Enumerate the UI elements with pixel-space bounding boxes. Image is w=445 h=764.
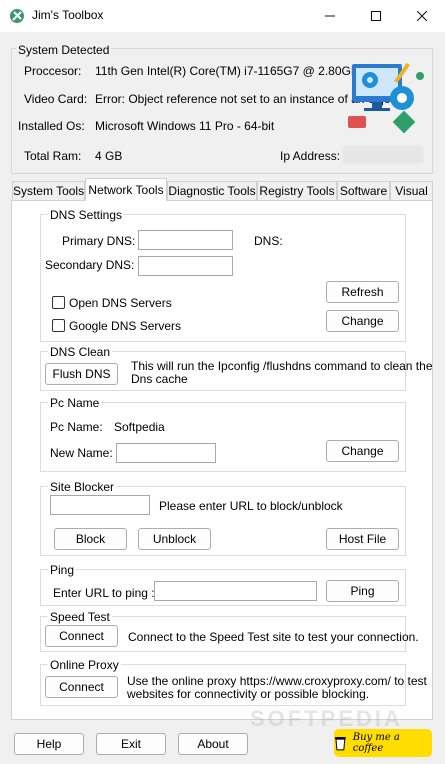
new-name-label: New Name: (50, 446, 113, 460)
site-blocker-url-input[interactable] (50, 495, 150, 515)
app-icon (10, 9, 24, 23)
primary-dns-input[interactable] (138, 230, 233, 250)
close-button[interactable] (399, 0, 445, 32)
primary-dns-label: Primary DNS: (62, 234, 136, 248)
computer-tools-illustration (348, 62, 424, 134)
buy-me-a-coffee-button[interactable]: Buy me a coffee (334, 729, 432, 757)
installed-os-value: Microsoft Windows 11 Pro - 64-bit (95, 119, 275, 133)
site-blocker-hint: Please enter URL to block/unblock (159, 499, 343, 513)
minimize-button[interactable] (307, 0, 353, 32)
tab-visual[interactable]: Visual (390, 181, 433, 200)
maximize-button[interactable] (353, 0, 399, 32)
pc-name-value: Softpedia (114, 420, 165, 434)
online-proxy-legend: Online Proxy (48, 658, 121, 672)
maximize-icon (371, 11, 381, 21)
buy-me-a-coffee-label: Buy me a coffee (352, 732, 400, 754)
ip-address-value-blurred (343, 146, 423, 163)
online-proxy-description-2: websites for connectivity or possible bl… (127, 687, 370, 701)
about-button[interactable]: About (178, 733, 248, 755)
ping-url-label: Enter URL to ping : (53, 586, 155, 600)
ping-url-input[interactable] (154, 581, 317, 601)
close-icon (417, 11, 427, 21)
speed-test-connect-button[interactable]: Connect (45, 625, 118, 647)
google-dns-checkbox[interactable] (52, 319, 65, 332)
speed-test-description: Connect to the Speed Test site to test y… (128, 630, 419, 644)
window-title: Jim's Toolbox (32, 8, 104, 22)
refresh-button[interactable]: Refresh (326, 281, 399, 303)
google-dns-label: Google DNS Servers (69, 319, 182, 333)
system-detected-legend: System Detected (16, 43, 112, 57)
block-button[interactable]: Block (54, 528, 127, 550)
flush-dns-button[interactable]: Flush DNS (45, 363, 118, 385)
pc-name-label: Pc Name: (50, 420, 103, 434)
change-dns-button[interactable]: Change (326, 310, 399, 332)
secondary-dns-input[interactable] (138, 256, 233, 276)
tab-system-tools[interactable]: System Tools (12, 181, 85, 200)
secondary-dns-label: Secondary DNS: (45, 258, 135, 272)
tab-registry-tools[interactable]: Registry Tools (257, 181, 337, 200)
coffee-cup-icon (334, 737, 346, 751)
speed-test-legend: Speed Test (48, 610, 112, 624)
open-dns-label: Open DNS Servers (69, 296, 172, 310)
tab-software[interactable]: Software (337, 181, 390, 200)
minimize-icon (325, 15, 335, 17)
host-file-button[interactable]: Host File (326, 528, 399, 550)
dns-label: DNS: (254, 234, 283, 248)
pc-name-legend: Pc Name (48, 396, 102, 410)
ip-address-label: Ip Address: (280, 149, 341, 163)
change-pc-name-button[interactable]: Change (326, 440, 399, 462)
exit-button[interactable]: Exit (96, 733, 166, 755)
dns-settings-legend: DNS Settings (48, 208, 125, 222)
total-ram-value: 4 GB (95, 149, 123, 163)
dns-clean-legend: DNS Clean (48, 345, 113, 359)
ping-legend: Ping (48, 563, 77, 577)
tab-diagnostic-tools[interactable]: Diagnostic Tools (167, 181, 257, 200)
dns-clean-description-2: Dns cache (131, 372, 188, 386)
new-name-input[interactable] (116, 443, 216, 463)
processor-value: 11th Gen Intel(R) Core(TM) i7-1165G7 @ 2… (95, 64, 366, 78)
processor-label: Proccesor: (24, 64, 82, 78)
help-button[interactable]: Help (14, 733, 84, 755)
total-ram-label: Total Ram: (24, 149, 82, 163)
installed-os-label: Installed Os: (18, 119, 85, 133)
online-proxy-connect-button[interactable]: Connect (45, 676, 118, 698)
tab-network-tools[interactable]: Network Tools (85, 178, 167, 201)
unblock-button[interactable]: Unblock (138, 528, 211, 550)
ping-button[interactable]: Ping (326, 580, 399, 602)
site-blocker-legend: Site Blocker (48, 480, 117, 494)
open-dns-checkbox[interactable] (52, 296, 65, 309)
video-card-label: Video Card: (24, 92, 88, 106)
